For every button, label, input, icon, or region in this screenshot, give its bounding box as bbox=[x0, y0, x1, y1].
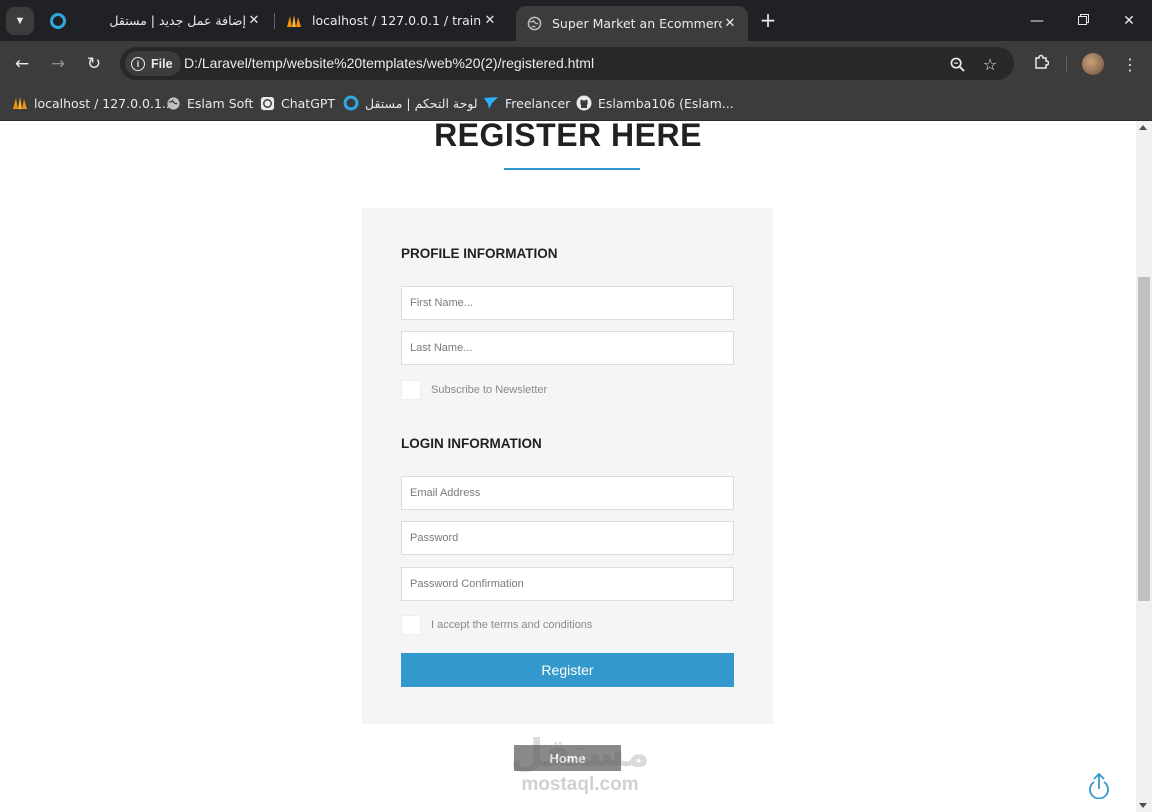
tab-mostaql[interactable]: إضافة عمل جديد | مستقل ✕ bbox=[40, 6, 272, 35]
github-icon bbox=[576, 95, 592, 111]
login-section-heading: LOGIN INFORMATION bbox=[401, 436, 542, 451]
forward-button[interactable]: → bbox=[44, 50, 72, 78]
back-button[interactable]: ← bbox=[8, 50, 36, 78]
first-name-placeholder: First Name... bbox=[410, 297, 473, 309]
chevron-down-icon: ▼ bbox=[14, 15, 26, 27]
profile-avatar[interactable] bbox=[1082, 53, 1104, 75]
new-tab-button[interactable]: + bbox=[756, 8, 780, 32]
page-viewport: REGISTER HERE PROFILE INFORMATION First … bbox=[0, 121, 1136, 812]
last-name-placeholder: Last Name... bbox=[410, 342, 473, 354]
tab-title: إضافة عمل جديد | مستقل bbox=[109, 13, 246, 28]
tab-divider bbox=[274, 13, 275, 29]
tab-strip: ▼ إضافة عمل جديد | مستقل ✕ localhost / 1… bbox=[0, 0, 1152, 41]
bookmark-label: localhost / 127.0.0.1... bbox=[34, 95, 174, 111]
bookmark-label: ChatGPT bbox=[281, 95, 336, 111]
email-placeholder: Email Address bbox=[410, 487, 481, 499]
bookmark-localhost[interactable]: localhost / 127.0.0.1... bbox=[12, 93, 174, 113]
toolbar-divider bbox=[1066, 56, 1067, 72]
restore-button[interactable] bbox=[1060, 0, 1106, 41]
freelancer-icon bbox=[483, 95, 499, 111]
info-icon: i bbox=[131, 56, 145, 71]
zoom-icon[interactable] bbox=[946, 53, 968, 75]
mostaql-watermark-url: mostaql.com bbox=[521, 774, 639, 795]
terms-label: I accept the terms and conditions bbox=[431, 619, 593, 631]
mostaql-watermark: مستقل bbox=[510, 731, 650, 775]
chatgpt-icon bbox=[259, 95, 275, 111]
last-name-input[interactable]: Last Name... bbox=[401, 331, 734, 365]
terms-checkbox[interactable] bbox=[401, 615, 421, 635]
tab-title: localhost / 127.0.0.1 / training_c bbox=[312, 13, 482, 28]
scroll-down-arrow-icon[interactable] bbox=[1139, 803, 1147, 808]
register-form: PROFILE INFORMATION First Name... Last N… bbox=[362, 208, 773, 724]
restore-icon bbox=[1077, 13, 1089, 29]
password-confirmation-placeholder: Password Confirmation bbox=[410, 578, 524, 590]
bookmarks-bar: localhost / 127.0.0.1... Eslam Soft Chat… bbox=[0, 86, 1152, 121]
tab-phpmyadmin[interactable]: localhost / 127.0.0.1 / training_c ✕ bbox=[276, 6, 508, 35]
bookmark-label: Eslam Soft bbox=[187, 95, 254, 111]
arrow-up-circle-icon bbox=[1089, 772, 1109, 800]
close-icon[interactable]: ✕ bbox=[482, 13, 498, 28]
tab-title: Super Market an Ecommerce Or bbox=[552, 16, 722, 31]
arrow-right-icon: → bbox=[50, 54, 66, 74]
browser-toolbar: ← → ↻ i File D:/Laravel/temp/website%20t… bbox=[0, 41, 1152, 86]
tab-search-button[interactable]: ▼ bbox=[6, 7, 34, 35]
phpmyadmin-favicon-icon bbox=[286, 13, 302, 29]
register-button[interactable]: Register bbox=[401, 653, 734, 687]
minimize-icon: — bbox=[1030, 12, 1044, 29]
site-info-chip[interactable]: i File bbox=[125, 51, 181, 76]
terms-row: I accept the terms and conditions bbox=[401, 615, 592, 635]
scroll-to-top-button[interactable] bbox=[1088, 772, 1110, 800]
email-input[interactable]: Email Address bbox=[401, 476, 734, 510]
bookmark-chatgpt[interactable]: ChatGPT bbox=[259, 93, 335, 113]
url-text[interactable]: D:/Laravel/temp/website%20templates/web%… bbox=[184, 55, 594, 71]
bookmark-mostaql-dashboard[interactable]: لوحة التحكم | مستقل bbox=[343, 93, 478, 113]
phpmyadmin-favicon-icon bbox=[12, 95, 28, 111]
password-input[interactable]: Password bbox=[401, 521, 734, 555]
first-name-input[interactable]: First Name... bbox=[401, 286, 734, 320]
scrollbar-thumb[interactable] bbox=[1138, 277, 1150, 601]
bookmark-github[interactable]: Eslamba106 (Eslam... bbox=[576, 93, 734, 113]
bookmark-label: Eslamba106 (Eslam... bbox=[598, 95, 734, 111]
site-info-label: File bbox=[151, 56, 173, 71]
extensions-button[interactable] bbox=[1027, 50, 1055, 78]
page-scrollbar[interactable] bbox=[1136, 121, 1152, 812]
scroll-up-arrow-icon[interactable] bbox=[1139, 125, 1147, 130]
reload-button[interactable]: ↻ bbox=[80, 50, 108, 78]
globe-icon bbox=[165, 95, 181, 111]
minimize-button[interactable]: — bbox=[1014, 0, 1060, 41]
more-vertical-icon: ⋮ bbox=[1122, 54, 1138, 74]
bookmark-freelancer[interactable]: Freelancer bbox=[483, 93, 570, 113]
profile-section-heading: PROFILE INFORMATION bbox=[401, 246, 558, 261]
page-title: REGISTER HERE bbox=[434, 121, 702, 153]
password-placeholder: Password bbox=[410, 532, 459, 544]
newsletter-label: Subscribe to Newsletter bbox=[431, 384, 548, 396]
bookmark-star-icon[interactable]: ☆ bbox=[979, 53, 1001, 75]
globe-icon bbox=[526, 16, 542, 32]
plus-icon: + bbox=[759, 8, 777, 32]
close-icon[interactable]: ✕ bbox=[722, 16, 738, 31]
puzzle-icon bbox=[1033, 54, 1050, 74]
title-underline bbox=[504, 168, 640, 170]
close-icon: ✕ bbox=[1123, 12, 1135, 29]
close-icon[interactable]: ✕ bbox=[246, 13, 262, 28]
bookmark-label: لوحة التحكم | مستقل bbox=[365, 95, 478, 111]
browser-menu-button[interactable]: ⋮ bbox=[1116, 50, 1144, 78]
close-window-button[interactable]: ✕ bbox=[1106, 0, 1152, 41]
reload-icon: ↻ bbox=[86, 54, 102, 74]
newsletter-checkbox[interactable] bbox=[401, 380, 421, 400]
bookmark-label: Freelancer bbox=[505, 95, 571, 111]
mostaql-favicon-icon bbox=[343, 95, 359, 111]
address-bar[interactable]: i File D:/Laravel/temp/website%20templat… bbox=[120, 47, 1014, 80]
password-confirmation-input[interactable]: Password Confirmation bbox=[401, 567, 734, 601]
arrow-left-icon: ← bbox=[14, 54, 30, 74]
mostaql-favicon-icon bbox=[50, 12, 66, 29]
tab-supermarket[interactable]: Super Market an Ecommerce Or ✕ bbox=[516, 6, 748, 41]
bookmark-eslam-soft[interactable]: Eslam Soft bbox=[165, 93, 253, 113]
newsletter-row: Subscribe to Newsletter bbox=[401, 380, 547, 400]
